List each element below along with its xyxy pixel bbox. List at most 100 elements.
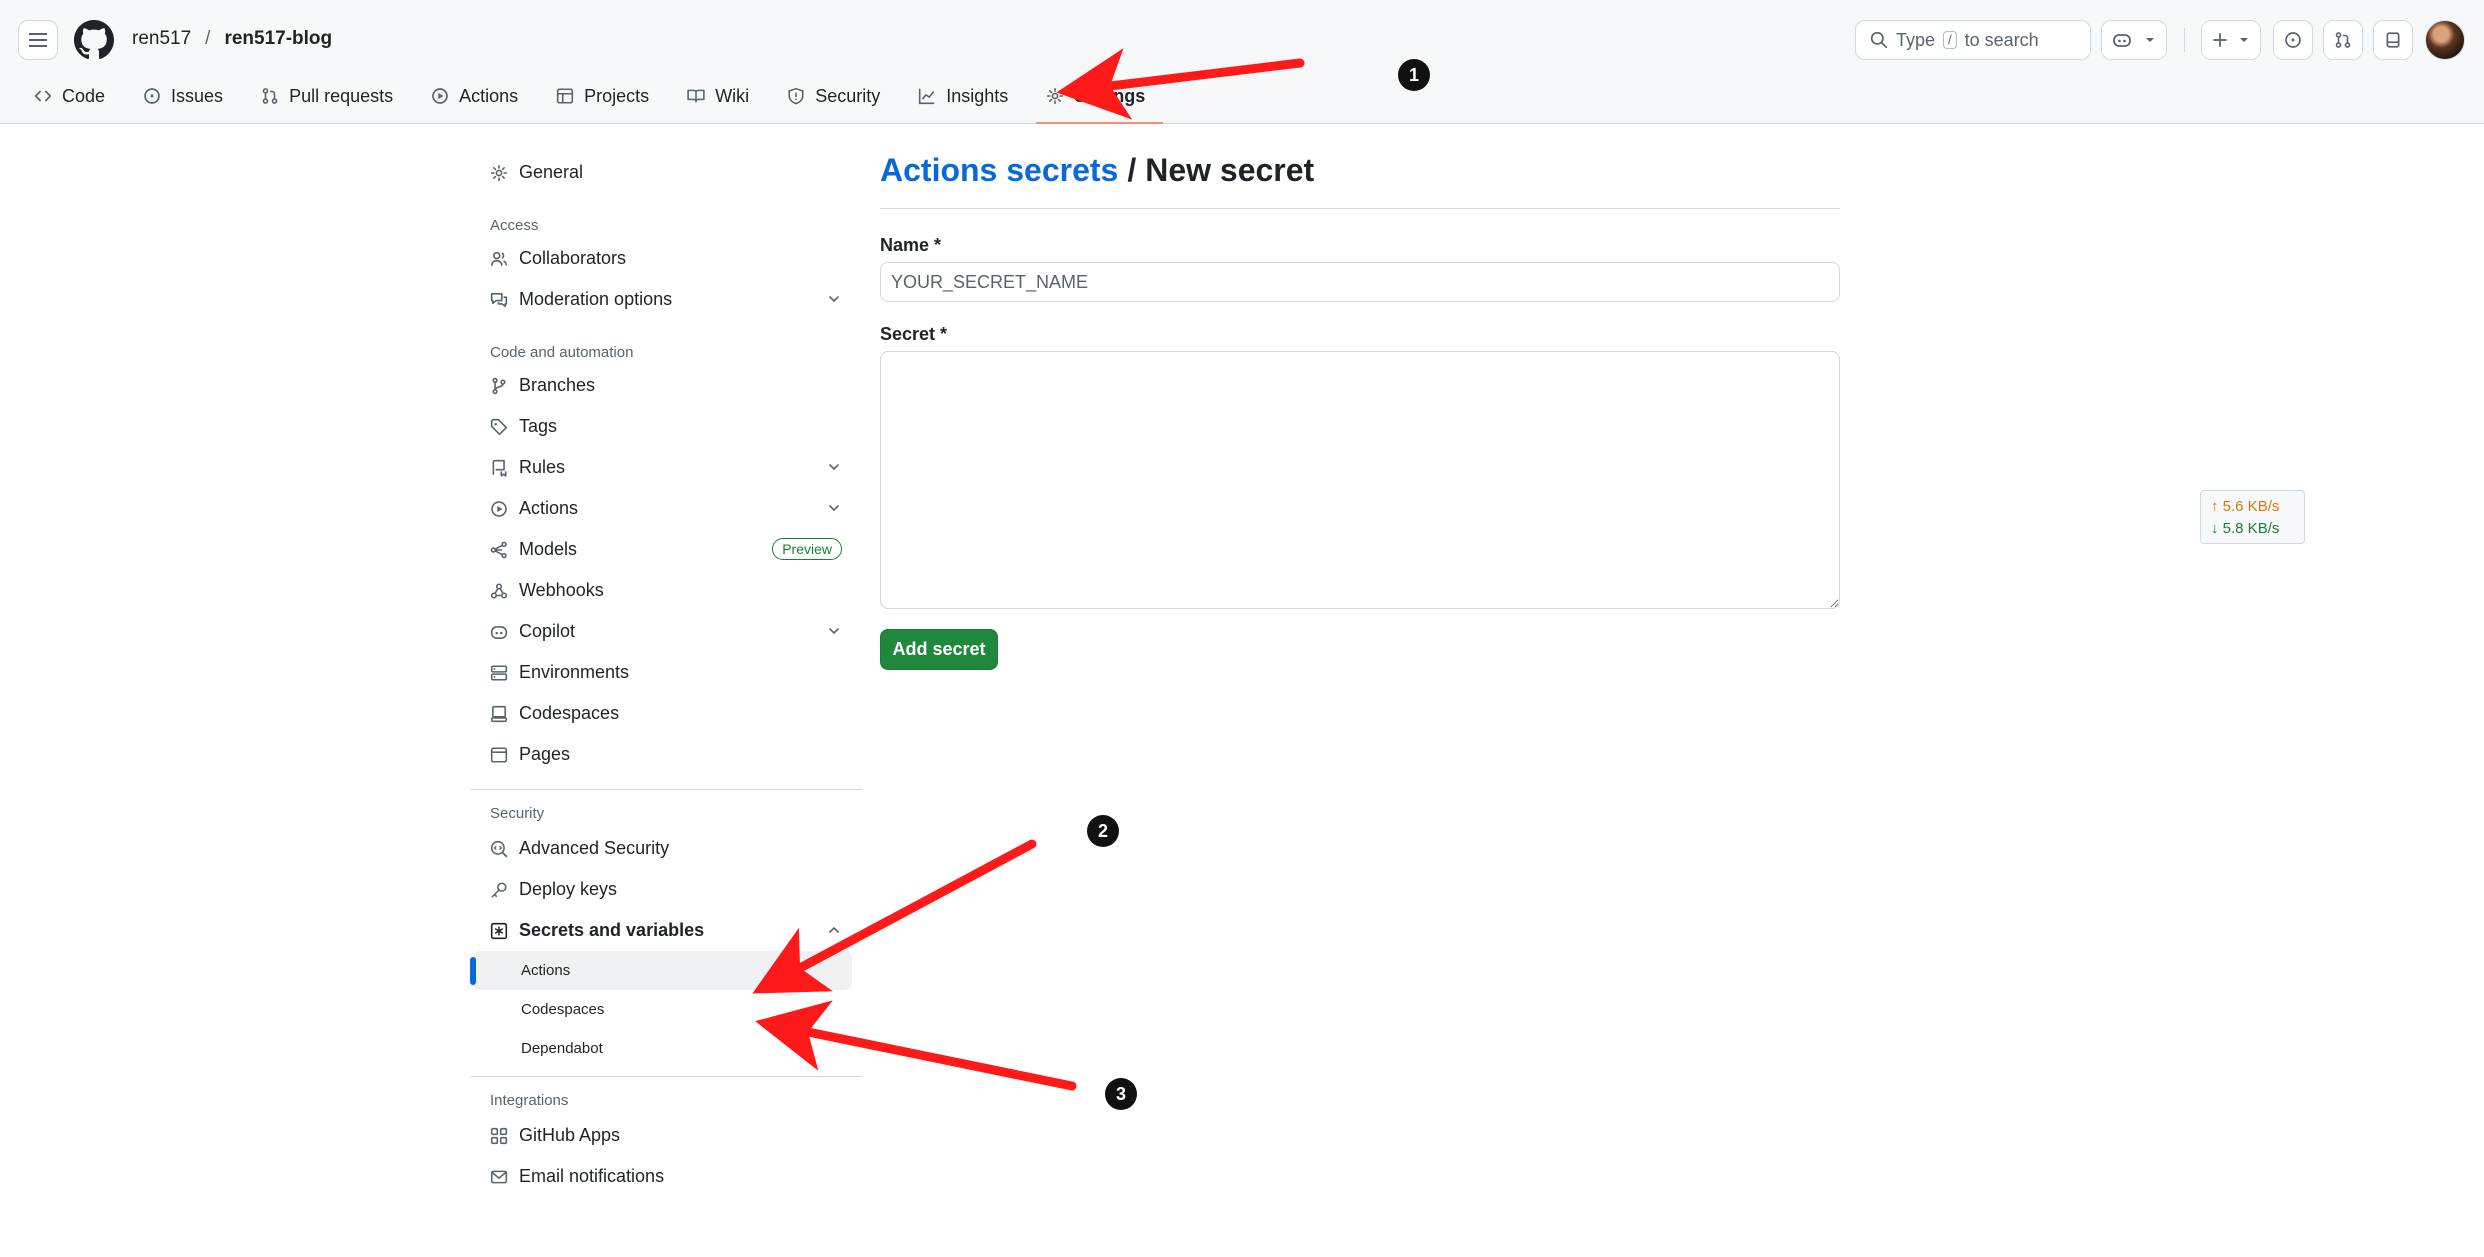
sidebar-item-advanced-security[interactable]: Advanced Security bbox=[470, 828, 862, 869]
git-branch-icon bbox=[490, 377, 508, 395]
sidebar-divider bbox=[470, 1076, 862, 1077]
add-secret-button[interactable]: Add secret bbox=[880, 629, 998, 670]
code-icon bbox=[34, 90, 52, 102]
sidebar-item-secrets-variables[interactable]: Secrets and variables bbox=[470, 910, 862, 951]
sidebar-item-label: Branches bbox=[519, 375, 596, 395]
title-separator: / bbox=[1127, 152, 1137, 188]
issue-icon bbox=[2285, 32, 2301, 48]
book-icon bbox=[687, 89, 705, 103]
tab-actions[interactable]: Actions bbox=[423, 80, 526, 112]
webhook-icon bbox=[490, 582, 508, 600]
sidebar-item-moderation[interactable]: Moderation options bbox=[470, 279, 862, 320]
step-marker-1: 1 bbox=[1398, 59, 1430, 91]
tab-code[interactable]: Code bbox=[26, 80, 113, 112]
sidebar-item-environments[interactable]: Environments bbox=[470, 652, 862, 693]
codescan-icon bbox=[490, 840, 508, 858]
create-new-button[interactable] bbox=[2201, 20, 2261, 60]
copilot-button[interactable] bbox=[2101, 20, 2167, 60]
repo-push-icon bbox=[490, 459, 508, 477]
sidebar-item-pages[interactable]: Pages bbox=[470, 734, 862, 775]
tab-projects[interactable]: Projects bbox=[548, 80, 657, 112]
new-secret-form: Actions secrets / New secret Name * Secr… bbox=[880, 152, 1840, 670]
pull-request-icon bbox=[2335, 32, 2351, 48]
search-placeholder: Type bbox=[1896, 29, 1936, 50]
table-icon bbox=[557, 88, 574, 104]
repo-tabs: Code Issues Pull requests Actions Projec… bbox=[26, 80, 1175, 124]
owner-link[interactable]: ren517 bbox=[132, 28, 191, 50]
sidebar-item-label: Rules bbox=[519, 457, 566, 477]
menu-button[interactable] bbox=[18, 20, 58, 60]
step-marker-3: 3 bbox=[1105, 1078, 1137, 1110]
gear-icon bbox=[490, 164, 508, 182]
sidebar-subitem-actions[interactable]: Actions bbox=[470, 951, 852, 990]
chevron-down-icon bbox=[2240, 38, 2248, 42]
sidebar-item-actions[interactable]: Actions bbox=[470, 488, 862, 529]
sidebar-heading-security: Security bbox=[490, 805, 545, 822]
codespaces-icon bbox=[490, 705, 508, 723]
apps-icon bbox=[490, 1127, 508, 1145]
sidebar-item-collaborators[interactable]: Collaborators bbox=[470, 238, 862, 279]
tab-label: Pull requests bbox=[289, 85, 394, 106]
search-icon bbox=[1870, 31, 1888, 49]
chevron-down-icon bbox=[829, 464, 839, 471]
sidebar-item-branches[interactable]: Branches bbox=[470, 365, 862, 406]
sidebar-item-label: General bbox=[519, 162, 584, 182]
comment-discussion-icon bbox=[490, 291, 508, 309]
actions-secrets-link[interactable]: Actions secrets bbox=[880, 152, 1118, 189]
preview-badge: Preview bbox=[772, 538, 842, 560]
name-label: Name * bbox=[880, 235, 942, 255]
sidebar-item-label: Copilot bbox=[519, 621, 576, 641]
tab-label: Issues bbox=[171, 85, 224, 106]
sidebar-heading-code-automation: Code and automation bbox=[490, 344, 634, 361]
sidebar-item-models[interactable]: Models Preview bbox=[470, 529, 862, 570]
user-avatar[interactable] bbox=[2425, 20, 2465, 60]
sidebar-item-tags[interactable]: Tags bbox=[470, 406, 862, 447]
tab-label: Insights bbox=[946, 85, 1009, 106]
secret-value-textarea[interactable] bbox=[880, 351, 1840, 609]
sidebar-item-deploy-keys[interactable]: Deploy keys bbox=[470, 869, 862, 910]
sidebar-item-copilot[interactable]: Copilot bbox=[470, 611, 862, 652]
sidebar-item-webhooks[interactable]: Webhooks bbox=[470, 570, 862, 611]
tab-pull-requests[interactable]: Pull requests bbox=[253, 80, 401, 112]
search-placeholder-suffix: to search bbox=[1964, 29, 2039, 50]
sidebar-item-label: Pages bbox=[519, 744, 571, 764]
tab-label: Actions bbox=[459, 85, 519, 106]
chevron-up-icon bbox=[829, 926, 839, 933]
tab-issues[interactable]: Issues bbox=[135, 80, 231, 112]
sidebar-subitem-codespaces[interactable]: Codespaces bbox=[470, 990, 862, 1029]
tab-insights[interactable]: Insights bbox=[910, 80, 1016, 112]
repo-link[interactable]: ren517-blog bbox=[224, 28, 332, 50]
secret-label: Secret * bbox=[880, 324, 948, 344]
chevron-down-icon bbox=[2146, 38, 2154, 42]
tab-label: Settings bbox=[1074, 85, 1146, 106]
tab-wiki[interactable]: Wiki bbox=[679, 80, 757, 112]
tag-icon bbox=[490, 418, 508, 436]
pull-requests-button[interactable] bbox=[2323, 20, 2363, 60]
chevron-down-icon bbox=[829, 505, 839, 512]
tab-settings[interactable]: Settings bbox=[1036, 80, 1164, 124]
upload-speed: ↑ 5.6 KB/s bbox=[2211, 498, 2280, 515]
pull-request-icon bbox=[262, 88, 278, 104]
sidebar-subitem-dependabot[interactable]: Dependabot bbox=[470, 1029, 862, 1068]
search-input[interactable]: Type / to search bbox=[1855, 20, 2091, 60]
sidebar-item-email-notifications[interactable]: Email notifications bbox=[470, 1156, 862, 1197]
github-logo-icon[interactable] bbox=[74, 20, 114, 60]
sidebar-heading-access: Access bbox=[490, 217, 539, 234]
plus-icon bbox=[2213, 33, 2227, 47]
secret-name-input[interactable] bbox=[880, 262, 1840, 302]
sidebar-heading-integrations: Integrations bbox=[490, 1092, 569, 1109]
sidebar-item-codespaces[interactable]: Codespaces bbox=[470, 693, 862, 734]
global-bar: ren517 / ren517-blog Type / to search bbox=[0, 0, 2484, 80]
sidebar-item-general[interactable]: General bbox=[470, 152, 862, 193]
mail-icon bbox=[490, 1168, 508, 1186]
sidebar-item-label: Codespaces bbox=[519, 703, 620, 723]
sidebar-item-rules[interactable]: Rules bbox=[470, 447, 862, 488]
sidebar-subitem-label: Actions bbox=[521, 962, 571, 979]
ai-model-icon bbox=[490, 541, 508, 559]
inbox-button[interactable] bbox=[2373, 20, 2413, 60]
sidebar-item-github-apps[interactable]: GitHub Apps bbox=[470, 1115, 862, 1156]
issues-button[interactable] bbox=[2273, 20, 2313, 60]
hamburger-icon bbox=[29, 31, 47, 49]
tab-security[interactable]: Security bbox=[779, 80, 888, 112]
